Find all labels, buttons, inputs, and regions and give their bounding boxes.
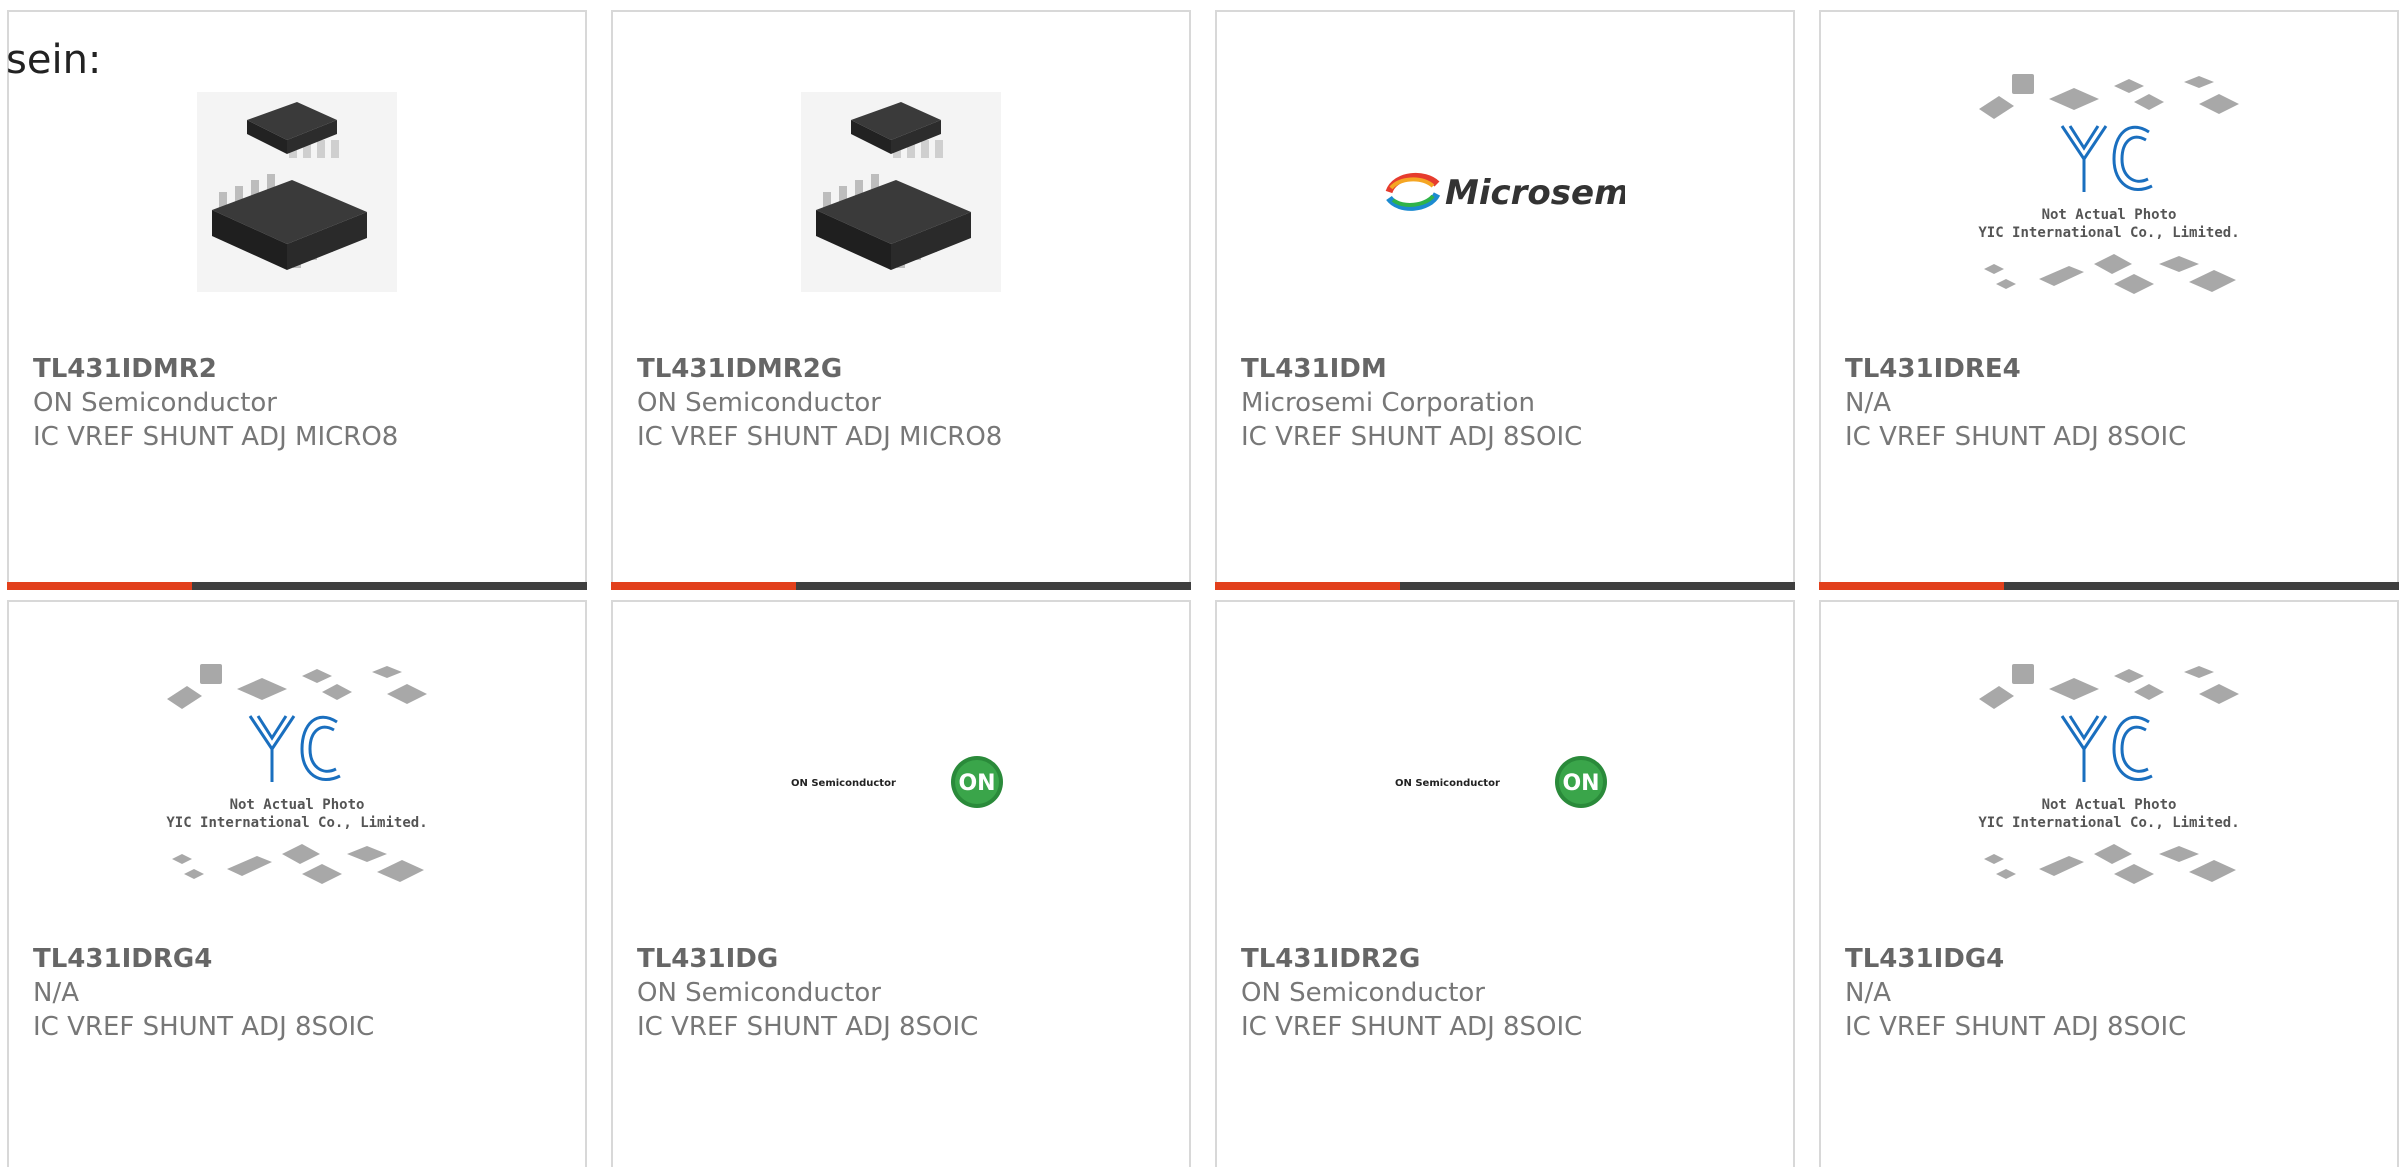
manufacturer: ON Semiconductor: [1241, 978, 1485, 1008]
yic-note-line2: YIC International Co., Limited.: [1978, 815, 2239, 831]
on-badge-text: ON: [1562, 771, 1599, 796]
microsemi-logo-text: Microsemi: [1445, 173, 1625, 213]
description: IC VREF SHUNT ADJ 8SOIC: [637, 1012, 979, 1042]
product-image[interactable]: Not Actual Photo YIC International Co., …: [9, 664, 585, 892]
chip-package-photo: [801, 92, 1001, 292]
yic-note-line2: YIC International Co., Limited.: [166, 815, 427, 831]
on-semi-logo: ON Semiconductor ON: [1395, 756, 1607, 808]
card-accent: [7, 582, 192, 590]
product-info: TL431IDM Microsemi Corporation IC VREF S…: [1241, 352, 1783, 454]
product-image[interactable]: Not Actual Photo YIC International Co., …: [1821, 664, 2397, 892]
product-image[interactable]: ON Semiconductor ON: [1217, 672, 1793, 892]
description: IC VREF SHUNT ADJ MICRO8: [637, 422, 1003, 452]
product-card[interactable]: TL431IDMR2 ON Semiconductor IC VREF SHUN…: [7, 10, 587, 590]
yic-note-line1: Not Actual Photo: [230, 797, 365, 813]
on-badge-text: ON: [958, 771, 995, 796]
manufacturer: Microsemi Corporation: [1241, 388, 1535, 418]
description: IC VREF SHUNT ADJ 8SOIC: [1845, 1012, 2187, 1042]
manufacturer: ON Semiconductor: [33, 388, 277, 418]
description: IC VREF SHUNT ADJ 8SOIC: [1241, 422, 1583, 452]
part-number[interactable]: TL431IDR2G: [1241, 942, 1783, 976]
chip-package-photo: [197, 92, 397, 292]
yic-placeholder-image: Not Actual Photo YIC International Co., …: [166, 664, 428, 884]
product-card[interactable]: Microsemi TL431IDM Microsemi Corporation…: [1215, 10, 1795, 590]
description: IC VREF SHUNT ADJ 8SOIC: [1845, 422, 2187, 452]
product-info: TL431IDG ON Semiconductor IC VREF SHUNT …: [637, 942, 1179, 1044]
card-bottom-bar: [7, 582, 587, 590]
product-card[interactable]: Not Actual Photo YIC International Co., …: [7, 600, 587, 1167]
part-number[interactable]: TL431IDMR2G: [637, 352, 1179, 386]
product-grid: TL431IDMR2 ON Semiconductor IC VREF SHUN…: [7, 10, 2399, 1167]
product-card[interactable]: ON Semiconductor ON TL431IDG ON Semicond…: [611, 600, 1191, 1167]
card-bottom-bar: [1215, 582, 1795, 590]
product-info: TL431IDG4 N/A IC VREF SHUNT ADJ 8SOIC: [1845, 942, 2387, 1044]
part-number[interactable]: TL431IDM: [1241, 352, 1783, 386]
part-number[interactable]: TL431IDG: [637, 942, 1179, 976]
part-number[interactable]: TL431IDG4: [1845, 942, 2387, 976]
card-accent: [1819, 582, 2004, 590]
product-info: TL431IDMR2G ON Semiconductor IC VREF SHU…: [637, 352, 1179, 454]
description: IC VREF SHUNT ADJ 8SOIC: [1241, 1012, 1583, 1042]
on-semi-logo: ON Semiconductor ON: [791, 756, 1003, 808]
product-info: TL431IDR2G ON Semiconductor IC VREF SHUN…: [1241, 942, 1783, 1044]
page: sein: TL431IDMR2 ON Semiconductor IC VRE…: [0, 0, 2400, 1167]
part-number[interactable]: TL431IDMR2: [33, 352, 575, 386]
description: IC VREF SHUNT ADJ 8SOIC: [33, 1012, 375, 1042]
part-number[interactable]: TL431IDRE4: [1845, 352, 2387, 386]
product-card[interactable]: Not Actual Photo YIC International Co., …: [1819, 600, 2399, 1167]
product-info: TL431IDRE4 N/A IC VREF SHUNT ADJ 8SOIC: [1845, 352, 2387, 454]
manufacturer: ON Semiconductor: [637, 978, 881, 1008]
part-number[interactable]: TL431IDRG4: [33, 942, 575, 976]
card-bottom-bar: [1819, 582, 2399, 590]
card-bottom-bar: [611, 582, 1191, 590]
description: IC VREF SHUNT ADJ MICRO8: [33, 422, 399, 452]
on-semi-wordmark: ON Semiconductor: [791, 778, 896, 789]
yic-note-line1: Not Actual Photo: [2042, 207, 2177, 223]
microsemi-logo: Microsemi: [1385, 172, 1625, 213]
yic-placeholder-image: Not Actual Photo YIC International Co., …: [1978, 74, 2240, 294]
manufacturer: N/A: [1845, 978, 1891, 1008]
product-info: TL431IDMR2 ON Semiconductor IC VREF SHUN…: [33, 352, 575, 454]
product-card[interactable]: ON Semiconductor ON TL431IDR2G ON Semico…: [1215, 600, 1795, 1167]
product-info: TL431IDRG4 N/A IC VREF SHUNT ADJ 8SOIC: [33, 942, 575, 1044]
intro-text: sein:: [6, 37, 102, 83]
yic-note-line2: YIC International Co., Limited.: [1978, 225, 2239, 241]
product-card[interactable]: TL431IDMR2G ON Semiconductor IC VREF SHU…: [611, 10, 1191, 590]
yic-note-line1: Not Actual Photo: [2042, 797, 2177, 813]
product-image[interactable]: Not Actual Photo YIC International Co., …: [1821, 74, 2397, 302]
product-card[interactable]: Not Actual Photo YIC International Co., …: [1819, 10, 2399, 590]
product-image[interactable]: [9, 82, 585, 302]
product-image[interactable]: Microsemi: [1217, 82, 1793, 302]
manufacturer: ON Semiconductor: [637, 388, 881, 418]
card-accent: [611, 582, 796, 590]
card-accent: [1215, 582, 1400, 590]
manufacturer: N/A: [33, 978, 79, 1008]
product-image[interactable]: [613, 82, 1189, 302]
on-semi-wordmark: ON Semiconductor: [1395, 778, 1500, 789]
manufacturer: N/A: [1845, 388, 1891, 418]
yic-placeholder-image: Not Actual Photo YIC International Co., …: [1978, 664, 2240, 884]
product-image[interactable]: ON Semiconductor ON: [613, 672, 1189, 892]
